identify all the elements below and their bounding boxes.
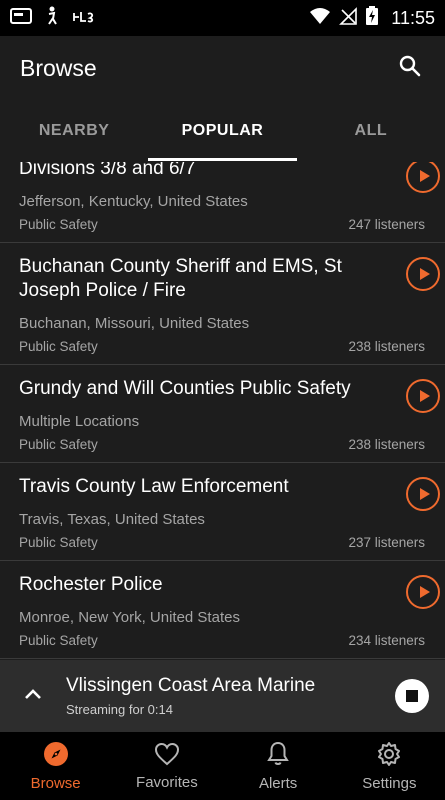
- feed-listeners: 234 listeners: [348, 633, 425, 648]
- tab-label: ALL: [354, 122, 388, 139]
- list-item[interactable]: Travis County Law Enforcement Travis, Te…: [0, 463, 445, 561]
- nav-label: Favorites: [136, 773, 198, 791]
- feed-title: Buchanan County Sheriff and EMS, St Jose…: [19, 256, 342, 301]
- nav-favorites[interactable]: Favorites: [111, 732, 222, 800]
- feed-location: Jefferson, Kentucky, United States: [19, 193, 248, 210]
- nav-browse[interactable]: Browse: [0, 732, 111, 800]
- feed-title: Rochester Police: [19, 574, 163, 595]
- tab-popular[interactable]: POPULAR: [148, 100, 297, 162]
- now-playing-bar[interactable]: Vlissingen Coast Area Marine Streaming f…: [0, 660, 445, 732]
- stop-button[interactable]: [395, 679, 429, 713]
- logo-icon: [72, 8, 96, 29]
- status-time: 11:55: [391, 7, 435, 28]
- feed-category: Public Safety: [19, 339, 98, 354]
- gear-icon: [376, 741, 402, 771]
- list-item[interactable]: Grundy and Will Counties Public Safety M…: [0, 365, 445, 463]
- play-icon: [419, 268, 430, 280]
- play-icon: [419, 390, 430, 402]
- app-bar: Browse: [0, 36, 445, 100]
- play-button[interactable]: [406, 477, 440, 511]
- tab-label: POPULAR: [181, 122, 264, 139]
- battery-charging-icon: [365, 5, 379, 31]
- compass-icon: [43, 741, 69, 771]
- play-button[interactable]: [406, 575, 440, 609]
- tab-label: NEARBY: [38, 122, 110, 139]
- feed-listeners: 238 listeners: [348, 339, 425, 354]
- feed-category: Public Safety: [19, 633, 98, 648]
- stop-icon: [406, 690, 418, 702]
- feed-category: Public Safety: [19, 535, 98, 550]
- feed-listeners: 238 listeners: [348, 437, 425, 452]
- feed-location: Buchanan, Missouri, United States: [19, 315, 250, 332]
- feed-title: Divisions 3/8 and 6/7: [19, 162, 196, 179]
- now-playing-status: Streaming for 0:14: [66, 702, 173, 717]
- bell-icon: [266, 741, 290, 771]
- play-button[interactable]: [406, 162, 440, 193]
- feed-listeners: 247 listeners: [348, 217, 425, 232]
- feed-category: Public Safety: [19, 217, 98, 232]
- play-icon: [419, 586, 430, 598]
- wifi-icon: [309, 7, 331, 30]
- feed-category: Public Safety: [19, 437, 98, 452]
- search-button[interactable]: [395, 53, 425, 83]
- status-bar: 11:55: [0, 0, 445, 36]
- nav-alerts[interactable]: Alerts: [223, 732, 334, 800]
- feed-title: Travis County Law Enforcement: [19, 476, 289, 497]
- no-signal-icon: [339, 6, 358, 30]
- tab-bar: NEARBY POPULAR ALL: [0, 100, 445, 162]
- play-button[interactable]: [406, 379, 440, 413]
- list-item[interactable]: Rochester Police Monroe, New York, Unite…: [0, 561, 445, 659]
- expand-player-button[interactable]: [0, 687, 66, 705]
- search-icon: [398, 54, 422, 83]
- feed-listeners: 237 listeners: [348, 535, 425, 550]
- nav-label: Settings: [362, 774, 417, 792]
- nav-label: Alerts: [258, 774, 298, 792]
- chevron-up-icon: [24, 687, 42, 705]
- feed-location: Monroe, New York, United States: [19, 609, 240, 626]
- notification-card-icon: [10, 7, 32, 30]
- now-playing-title: Vlissingen Coast Area Marine: [66, 675, 316, 696]
- list-item[interactable]: Buchanan County Sheriff and EMS, St Jose…: [0, 243, 445, 365]
- play-icon: [419, 170, 430, 182]
- feed-location: Multiple Locations: [19, 413, 140, 430]
- figure-icon: [44, 6, 60, 31]
- nav-label: Browse: [30, 774, 81, 792]
- heart-icon: [154, 742, 180, 770]
- feed-title: Grundy and Will Counties Public Safety: [19, 378, 351, 399]
- tab-all[interactable]: ALL: [297, 100, 445, 162]
- tab-nearby[interactable]: NEARBY: [0, 100, 148, 162]
- list-item[interactable]: Divisions 3/8 and 6/7 Jefferson, Kentuck…: [0, 162, 445, 243]
- feed-list[interactable]: Divisions 3/8 and 6/7 Jefferson, Kentuck…: [0, 162, 445, 660]
- play-button[interactable]: [406, 257, 440, 291]
- nav-settings[interactable]: Settings: [334, 732, 445, 800]
- page-title: Browse: [20, 54, 97, 81]
- play-icon: [419, 488, 430, 500]
- feed-location: Travis, Texas, United States: [19, 511, 205, 528]
- bottom-nav: Browse Favorites Alerts Settings: [0, 732, 445, 800]
